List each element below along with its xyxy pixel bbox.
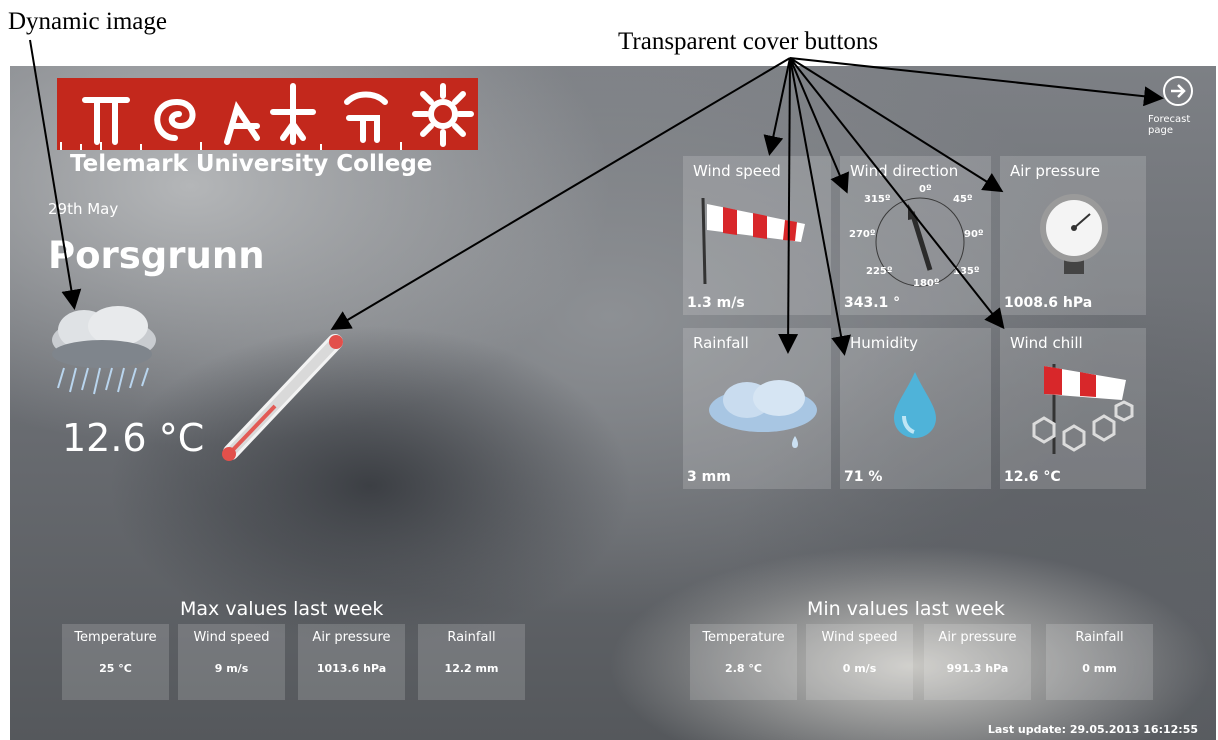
annotation-arrows [29, 39, 1164, 356]
